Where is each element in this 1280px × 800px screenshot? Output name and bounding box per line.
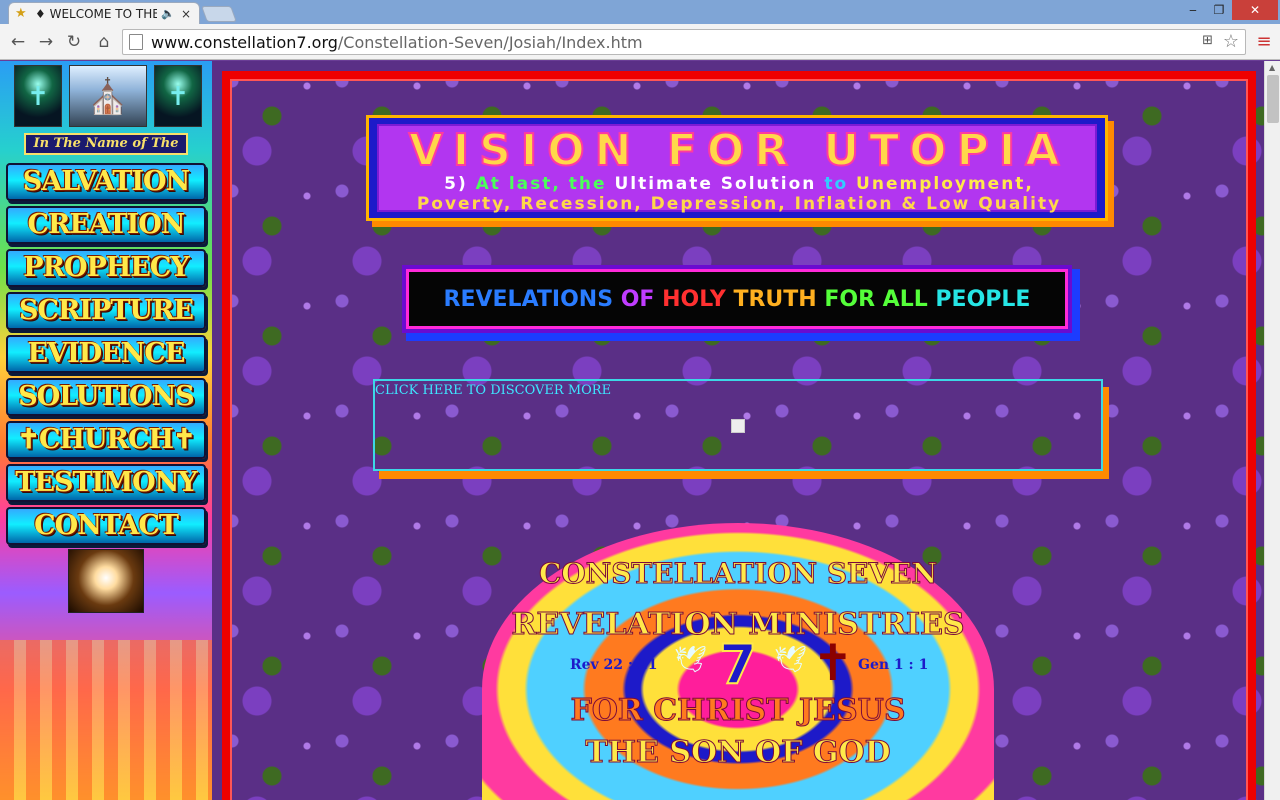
nav-scripture[interactable]: SCRIPTURE xyxy=(6,292,206,330)
nav-prophecy[interactable]: PROPHECY xyxy=(6,249,206,287)
logo-line-constellation: CONSTELLATION SEVEN xyxy=(538,557,938,591)
forward-arrow-icon[interactable]: → xyxy=(34,30,58,54)
page-icon xyxy=(129,34,143,50)
broken-image-icon xyxy=(731,419,745,433)
revelations-word: HOLY xyxy=(662,286,726,312)
cross-icon: ✝ xyxy=(167,82,189,112)
logo-ref-right: Gen 1 : 1 xyxy=(858,657,929,673)
nav-church[interactable]: ✝CHURCH✝ xyxy=(6,421,206,459)
cross-image-right: ✝ xyxy=(154,65,202,127)
browser-toolbar: ← → ↻ ⌂ www.constellation7.org /Constell… xyxy=(0,24,1280,60)
url-domain: www.constellation7.org xyxy=(151,32,338,52)
vision-subtitle-line2: Poverty, Recession, Depression, Inflatio… xyxy=(416,194,1062,214)
cross-image-left: ✝ xyxy=(14,65,62,127)
logo-cross-icon: ✝ xyxy=(812,634,854,692)
home-icon[interactable]: ⌂ xyxy=(92,30,116,54)
in-the-name-banner: In The Name of The xyxy=(24,133,188,155)
back-arrow-icon[interactable]: ← xyxy=(6,30,30,54)
logo-seven: 7 xyxy=(718,633,758,696)
revelations-word: TRUTH xyxy=(733,286,817,312)
discover-more-text: CLICK HERE TO DISCOVER MORE xyxy=(375,383,612,398)
bookmark-star-icon[interactable]: ☆ xyxy=(1223,31,1239,52)
ministry-logo[interactable]: CONSTELLATION SEVEN REVELATION MINISTRIE… xyxy=(482,523,994,800)
logo-line-son: THE SON OF GOD xyxy=(585,735,891,771)
revelations-word: FOR ALL xyxy=(824,286,928,312)
revelations-word: OF xyxy=(620,286,655,312)
sidebar: ✝ ⛪ ✝ In The Name of The SALVATION CREAT… xyxy=(0,61,212,800)
dove-icon: 🕊 xyxy=(674,645,708,675)
vertical-scrollbar[interactable]: ▲ xyxy=(1264,61,1280,800)
logo-line-christ: FOR CHRIST JESUS xyxy=(570,693,906,729)
vision-ultimate: Ultimate Solution xyxy=(614,174,817,194)
translate-icon[interactable]: ⊞ xyxy=(1202,33,1213,48)
vision-to: to xyxy=(824,174,849,194)
address-bar[interactable]: www.constellation7.org /Constellation-Se… xyxy=(122,29,1246,55)
revelations-banner[interactable]: REVELATIONS OF HOLY TRUTH FOR ALL PEOPLE xyxy=(406,269,1068,329)
reload-icon[interactable]: ↻ xyxy=(62,30,86,54)
tab-close-icon[interactable]: × xyxy=(179,7,193,21)
browser-tab[interactable]: ★ ♦ WELCOME TO THE 🔈 × xyxy=(8,2,200,24)
vision-banner-inner: VISION FOR UTOPIA 5) At last, the Ultima… xyxy=(377,124,1099,214)
dove-icon: 🕊 xyxy=(774,645,808,675)
vision-subtitle-line1: 5) At last, the Ultimate Solution to Une… xyxy=(379,174,1099,194)
vision-banner[interactable]: VISION FOR UTOPIA 5) At last, the Ultima… xyxy=(366,115,1108,221)
minimize-button[interactable]: ‒ xyxy=(1180,0,1206,20)
nav-testimony[interactable]: TESTIMONY xyxy=(6,464,206,502)
browser-titlebar: ★ ♦ WELCOME TO THE 🔈 × ‒ ❐ ✕ xyxy=(0,0,1280,24)
scrollbar-thumb[interactable] xyxy=(1267,75,1279,123)
speaker-icon[interactable]: 🔈 xyxy=(161,7,175,20)
revelations-word: PEOPLE xyxy=(935,286,1031,312)
church-icon: ⛪ xyxy=(86,77,130,117)
header-images: ✝ ⛪ ✝ xyxy=(14,65,202,127)
nav-solutions[interactable]: SOLUTIONS xyxy=(6,378,206,416)
window-controls: ‒ ❐ ✕ xyxy=(1180,0,1278,20)
close-window-button[interactable]: ✕ xyxy=(1232,0,1278,20)
revelations-text: REVELATIONS OF HOLY TRUTH FOR ALL PEOPLE xyxy=(444,287,1031,312)
tab-title: ♦ WELCOME TO THE xyxy=(35,6,158,21)
nav-contact[interactable]: CONTACT xyxy=(6,507,206,545)
vision-number: 5) xyxy=(444,174,468,194)
nav-creation[interactable]: CREATION xyxy=(6,206,206,244)
open-bible-image[interactable] xyxy=(68,549,144,613)
new-tab-button[interactable] xyxy=(201,6,237,22)
scroll-up-icon[interactable]: ▲ xyxy=(1269,63,1275,72)
vision-at-last: At last, the xyxy=(475,174,607,194)
favicon-star-icon: ★ xyxy=(15,5,27,21)
discover-more-link[interactable]: CLICK HERE TO DISCOVER MORE xyxy=(373,379,1103,471)
revelations-word: REVELATIONS xyxy=(443,286,614,312)
web-page: ✝ ⛪ ✝ In The Name of The SALVATION CREAT… xyxy=(0,61,1280,800)
chrome-menu-icon[interactable]: ≡ xyxy=(1254,32,1274,52)
nav-salvation[interactable]: SALVATION xyxy=(6,163,206,201)
nav-evidence[interactable]: EVIDENCE xyxy=(6,335,206,373)
church-image: ⛪ xyxy=(69,65,147,127)
maximize-button[interactable]: ❐ xyxy=(1206,0,1232,20)
logo-ref-left: Rev 22 : 21 xyxy=(570,657,658,673)
vision-unemployment: Unemployment, xyxy=(856,174,1034,194)
url-path: /Constellation-Seven/Josiah/Index.htm xyxy=(337,32,643,52)
vision-title: VISION FOR UTOPIA xyxy=(408,125,1070,176)
cross-icon: ✝ xyxy=(27,82,49,112)
